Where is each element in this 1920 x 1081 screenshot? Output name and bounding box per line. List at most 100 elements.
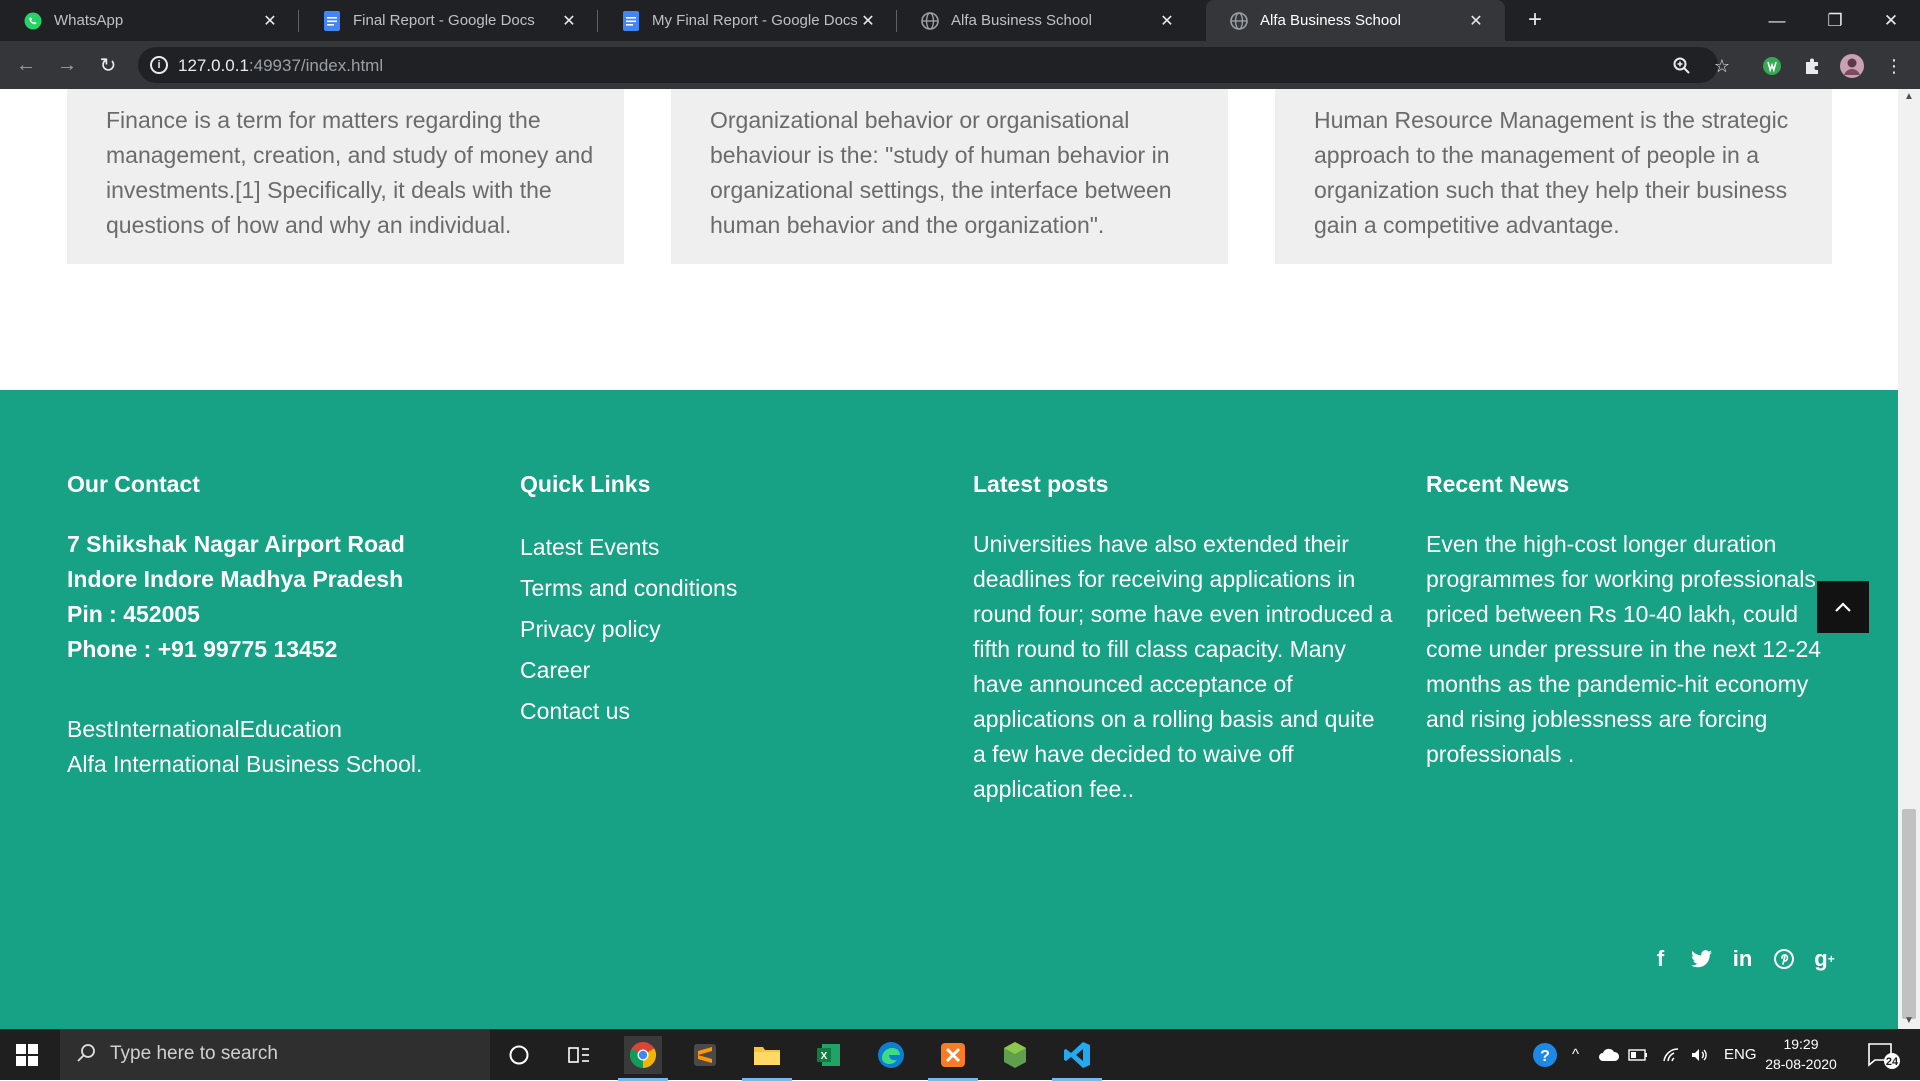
- new-tab-button[interactable]: +: [1522, 8, 1548, 34]
- google-docs-icon: [622, 10, 640, 31]
- globe-icon: [1230, 11, 1248, 30]
- profile-avatar[interactable]: [1840, 54, 1864, 78]
- windows-start-icon[interactable]: [16, 1044, 38, 1066]
- google-plus-icon[interactable]: g +: [1811, 945, 1838, 972]
- link-latest-events[interactable]: Latest Events: [520, 527, 737, 568]
- scroll-up-arrow-icon[interactable]: ▲: [1898, 89, 1920, 105]
- recent-news-heading: Recent News: [1426, 471, 1570, 497]
- tab-whatsapp[interactable]: WhatsApp ✕: [0, 0, 299, 41]
- latest-posts-heading: Latest posts: [973, 471, 1109, 497]
- reload-button[interactable]: ↻: [94, 51, 122, 79]
- card-human-resource: Human Resource Management is the strateg…: [1275, 89, 1832, 264]
- page-scrollbar[interactable]: ▲ ▼: [1898, 89, 1920, 1029]
- tab-close-icon[interactable]: ✕: [558, 10, 580, 32]
- link-career[interactable]: Career: [520, 650, 737, 691]
- card-text: Organizational behavior or organisationa…: [710, 107, 1172, 238]
- twitter-icon[interactable]: [1688, 945, 1715, 972]
- whatsapp-icon: [24, 12, 42, 30]
- address-line: 7 Shikshak Nagar Airport Road: [67, 531, 405, 557]
- forward-button[interactable]: →: [53, 51, 81, 79]
- taskbar-search-box[interactable]: Type here to search: [60, 1029, 490, 1080]
- excel-icon[interactable]: X: [810, 1036, 848, 1074]
- notification-count: 24: [1886, 1056, 1899, 1068]
- scroll-down-arrow-icon[interactable]: ▼: [1898, 1013, 1920, 1029]
- tab-title: Alfa Business School: [951, 12, 1092, 29]
- vscode-icon[interactable]: [1052, 1036, 1102, 1081]
- battery-icon[interactable]: [1628, 1029, 1648, 1080]
- phone-number: Phone : +91 99775 13452: [67, 636, 338, 662]
- tab-close-icon[interactable]: ✕: [1156, 10, 1178, 32]
- link-contact-us[interactable]: Contact us: [520, 691, 737, 732]
- tab-final-report[interactable]: Final Report - Google Docs ✕: [299, 0, 598, 41]
- help-icon[interactable]: ?: [1532, 1029, 1558, 1080]
- sublime-text-icon[interactable]: [686, 1036, 724, 1074]
- pin-code: Pin : 452005: [67, 601, 200, 627]
- back-button[interactable]: ←: [12, 51, 40, 79]
- wifi-icon[interactable]: [1662, 1029, 1682, 1080]
- globe-icon: [921, 11, 939, 30]
- system-clock[interactable]: 19:29 28-08-2020: [1756, 1034, 1846, 1074]
- site-footer: Our Contact 7 Shikshak Nagar Airport Roa…: [0, 390, 1898, 1029]
- xampp-icon[interactable]: [928, 1036, 978, 1081]
- tab-alfa-business-school-1[interactable]: Alfa Business School ✕: [897, 0, 1196, 41]
- tab-close-icon[interactable]: ✕: [1465, 10, 1487, 32]
- latest-post-text: Universities have also extended their de…: [973, 531, 1393, 802]
- tagline-line: Alfa International Business School.: [67, 751, 423, 777]
- tab-close-icon[interactable]: ✕: [259, 10, 281, 32]
- page-viewport: Finance is a term for matters regarding …: [0, 89, 1898, 1029]
- browser-menu-icon[interactable]: ⋮: [1882, 54, 1906, 78]
- nodejs-icon[interactable]: [996, 1036, 1034, 1074]
- restore-button[interactable]: ❐: [1806, 0, 1864, 41]
- browser-toolbar: ← → ↻ i 127.0.0.1:49937/index.html ☆ ⋮: [0, 41, 1920, 89]
- scroll-to-top-button[interactable]: [1817, 581, 1869, 633]
- tab-alfa-business-school-active[interactable]: Alfa Business School ✕: [1206, 0, 1505, 41]
- extension-green-icon[interactable]: [1760, 54, 1784, 78]
- minimize-button[interactable]: —: [1748, 0, 1806, 41]
- close-window-button[interactable]: ✕: [1862, 0, 1920, 41]
- url-text[interactable]: 127.0.0.1:49937/index.html: [178, 56, 383, 76]
- linkedin-icon[interactable]: in: [1729, 945, 1756, 972]
- facebook-icon[interactable]: f: [1647, 945, 1674, 972]
- search-icon: [76, 1043, 96, 1069]
- task-view-icon[interactable]: [560, 1036, 598, 1074]
- action-center-icon[interactable]: 24: [1866, 1029, 1900, 1080]
- zoom-icon[interactable]: [1670, 54, 1694, 78]
- card-text: Human Resource Management is the strateg…: [1314, 107, 1789, 238]
- cortana-icon[interactable]: [500, 1036, 538, 1074]
- volume-icon[interactable]: [1690, 1029, 1710, 1080]
- onedrive-cloud-icon[interactable]: [1598, 1029, 1620, 1080]
- card-organizational-behavior: Organizational behavior or organisationa…: [671, 89, 1228, 264]
- card-text: Finance is a term for matters regarding …: [106, 107, 594, 238]
- tab-title: WhatsApp: [54, 12, 124, 29]
- pinterest-icon[interactable]: [1770, 945, 1797, 972]
- site-info-icon[interactable]: i: [150, 56, 168, 74]
- file-explorer-icon[interactable]: [742, 1036, 792, 1081]
- clock-date: 28-08-2020: [1765, 1056, 1837, 1072]
- address-line: Indore Indore Madhya Pradesh: [67, 566, 404, 592]
- tab-title: Alfa Business School: [1260, 12, 1401, 29]
- search-placeholder: Type here to search: [110, 1043, 278, 1064]
- contact-tagline: BestInternationalEducation Alfa Internat…: [67, 712, 487, 782]
- edge-icon[interactable]: [872, 1036, 910, 1074]
- browser-tab-bar: WhatsApp ✕ Final Report - Google Docs ✕ …: [0, 0, 1920, 41]
- recent-news-text: Even the high-cost longer duration progr…: [1426, 531, 1823, 767]
- bookmark-star-icon[interactable]: ☆: [1710, 54, 1734, 78]
- social-links: f in g +: [1647, 945, 1838, 972]
- language-indicator[interactable]: ENG: [1724, 1029, 1757, 1080]
- extensions-puzzle-icon[interactable]: [1800, 54, 1824, 78]
- tab-title: My Final Report - Google Docs: [652, 12, 857, 29]
- tab-my-final-report[interactable]: My Final Report - Google Docs ✕: [598, 0, 897, 41]
- chrome-taskbar-icon[interactable]: [618, 1036, 668, 1081]
- contact-heading: Our Contact: [67, 471, 200, 497]
- link-terms-and-conditions[interactable]: Terms and conditions: [520, 568, 737, 609]
- svg-text:?: ?: [1540, 1048, 1550, 1065]
- address-bar[interactable]: i 127.0.0.1:49937/index.html: [138, 47, 1718, 83]
- tab-close-icon[interactable]: ✕: [857, 10, 879, 32]
- scrollbar-thumb[interactable]: [1902, 809, 1916, 1019]
- google-docs-icon: [323, 10, 341, 31]
- link-privacy-policy[interactable]: Privacy policy: [520, 609, 737, 650]
- quick-links-list: Latest Events Terms and conditions Priva…: [520, 527, 737, 732]
- tab-title: Final Report - Google Docs: [353, 12, 535, 29]
- show-hidden-icons-chevron-icon[interactable]: ^: [1572, 1029, 1579, 1080]
- clock-time: 19:29: [1783, 1036, 1819, 1052]
